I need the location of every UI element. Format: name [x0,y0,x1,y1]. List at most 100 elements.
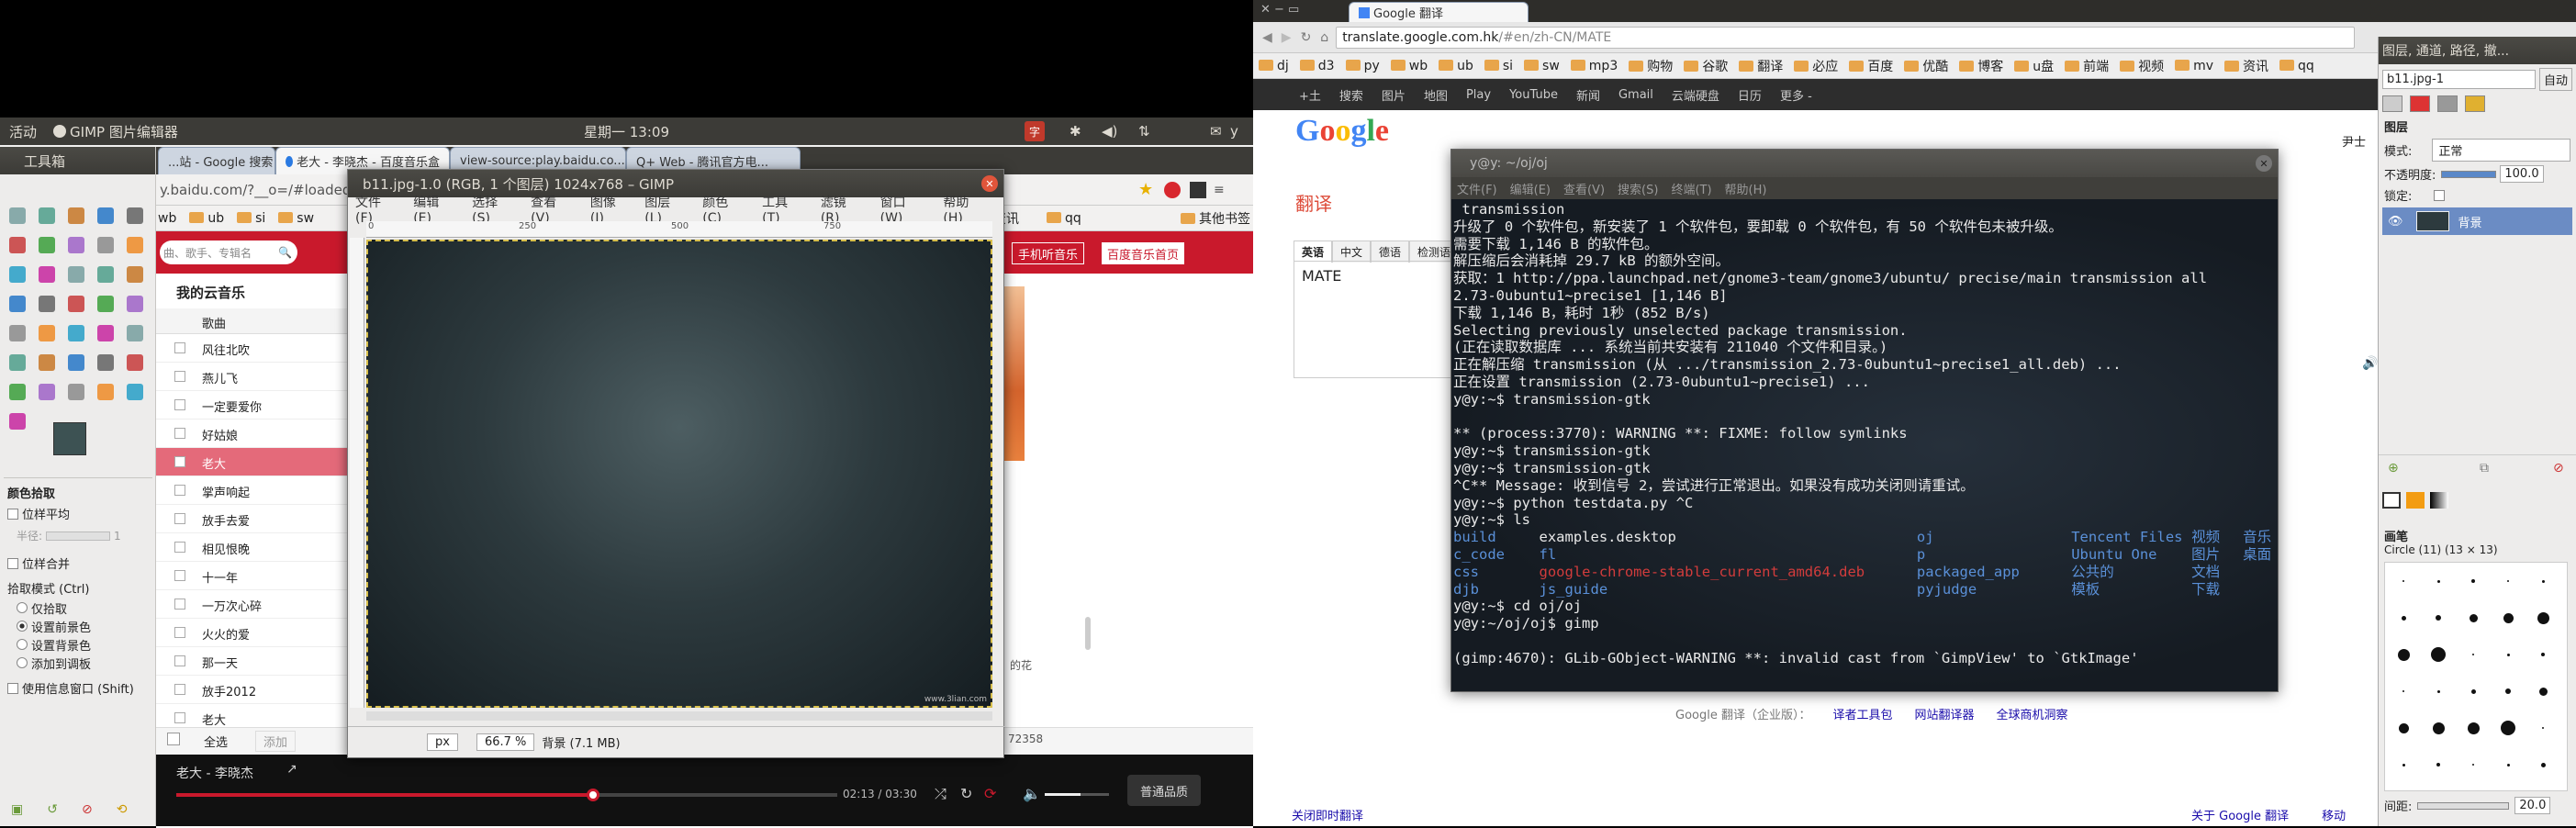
bookmark-star-icon[interactable]: ★ [1138,180,1153,199]
tool-icon[interactable] [4,231,31,259]
brush-preview[interactable] [2472,654,2474,655]
tool-icon[interactable] [4,202,31,229]
brush-preview[interactable] [2469,613,2478,622]
tool-icon[interactable] [92,319,119,347]
brush-preview[interactable] [2431,647,2446,662]
bookmark-item[interactable]: mp3 [1570,59,1618,73]
bookmark-item[interactable]: 购物 [1629,57,1673,75]
tool-icon[interactable] [4,408,31,435]
brush-preview[interactable] [2402,690,2404,692]
clock[interactable]: 星期一 13:09 [584,122,669,141]
quality-button[interactable]: 普通品质 [1127,775,1202,806]
terminal-menu-item[interactable]: 搜索(S) [1618,180,1658,197]
gbar-link[interactable]: Gmail [1618,88,1653,102]
tool-icon[interactable] [33,231,61,259]
undo-tab-icon[interactable] [2465,95,2485,112]
brush-preview[interactable] [2472,764,2474,766]
restore-icon[interactable]: ↺ [47,802,58,817]
tool-icon[interactable] [62,261,90,288]
bookmark-ub[interactable]: ub [189,211,224,226]
bookmark-item[interactable]: qq [2279,59,2314,73]
progress-track[interactable] [176,789,837,801]
song-checkbox[interactable] [174,371,185,382]
tool-icon[interactable] [92,349,119,376]
song-checkbox[interactable] [174,684,185,695]
reload-icon[interactable]: ↻ [1301,30,1312,45]
terminal-menu-item[interactable]: 文件(F) [1457,180,1497,197]
select-all-checkbox[interactable] [167,733,180,745]
song-checkbox[interactable] [174,712,185,723]
bookmark-item[interactable]: sw [1524,59,1560,73]
save-options-icon[interactable]: ▣ [11,802,23,817]
zoom-select[interactable]: 66.7 % [476,733,535,751]
terminal-output[interactable]: transmission 升级了 0 个软件包，新安装了 1 个软件包，要卸载 0… [1451,199,2278,691]
song-checkbox[interactable] [174,428,185,439]
menu-icon[interactable]: ≡ [1214,183,1225,197]
volume-icon[interactable]: 🔈 [1023,785,1041,802]
tool-icon[interactable] [121,261,149,288]
bookmark-item[interactable]: py [1345,59,1380,73]
tool-icon[interactable] [62,290,90,318]
tool-icon[interactable] [4,378,31,406]
brush-preview[interactable] [2542,727,2544,729]
repeat-icon[interactable]: ↻ [960,785,972,802]
brush-preview[interactable] [2401,615,2406,621]
tool-icon[interactable] [33,290,61,318]
tool-icon[interactable] [4,319,31,347]
layer-mode-select[interactable]: 正常 [2432,139,2570,162]
bookmark-item[interactable]: dj [1259,59,1289,73]
brushes-tab-icon[interactable] [2382,492,2401,509]
tool-icon[interactable] [121,349,149,376]
user-menu[interactable]: y [1230,123,1238,140]
foreground-color[interactable] [53,422,86,455]
brush-preview[interactable] [2537,611,2549,624]
network-icon[interactable]: ⇅ [1138,123,1150,140]
bookmark-item[interactable]: si [1484,59,1513,73]
bookmark-item[interactable]: wb [1390,59,1428,73]
use-info-checkbox[interactable] [7,682,18,694]
radius-slider[interactable] [46,531,111,541]
bookmark-item[interactable]: 百度 [1849,57,1893,75]
tool-icon[interactable] [121,231,149,259]
tool-icon[interactable] [121,202,149,229]
footer-link[interactable]: Google 翻译（企业版）： [1675,705,1810,722]
tray-app-icon[interactable]: 字 [1025,121,1045,141]
tool-icon[interactable] [62,349,90,376]
extension-icon[interactable] [1164,181,1181,198]
loop-icon[interactable]: ⟳ [984,785,996,802]
volume-slider[interactable] [1045,793,1109,796]
bookmark-item[interactable]: 翻译 [1739,57,1783,75]
horizontal-scrollbar[interactable] [366,711,992,721]
close-icon[interactable]: ✕ [981,175,998,192]
music-home-button[interactable]: 百度音乐首页 [1102,242,1185,264]
song-checkbox[interactable] [174,485,185,496]
progress-handle[interactable] [586,789,599,801]
tool-icon[interactable] [4,261,31,288]
brush-preview[interactable] [2398,722,2409,733]
song-checkbox[interactable] [174,570,185,581]
tab-google-translate[interactable]: Google 翻译 [1349,2,1529,22]
brush-preview[interactable] [2432,722,2445,734]
song-checkbox[interactable] [174,513,185,524]
brush-preview[interactable] [2506,763,2510,766]
other-bookmarks[interactable]: 其他书签 [1181,209,1250,228]
tool-icon[interactable] [33,261,61,288]
bookmark-item[interactable]: 必应 [1794,57,1838,75]
brush-preview[interactable] [2541,579,2545,583]
back-icon[interactable]: ◀ [1262,30,1272,45]
bookmark-si[interactable]: si [237,211,265,226]
tool-icon[interactable] [33,378,61,406]
spacing-slider[interactable] [2417,801,2510,810]
reset-icon[interactable]: ⟲ [117,802,128,817]
brush-preview[interactable] [2402,763,2405,766]
footer-link[interactable]: 全球商机洞察 [1997,705,2068,722]
delete-icon[interactable]: ⊘ [82,802,93,817]
footer-link[interactable]: 网站翻译器 [1915,705,1975,722]
terminal-menu-item[interactable]: 编辑(E) [1510,180,1551,197]
bookmark-item[interactable]: 前端 [2065,57,2109,75]
tool-icon[interactable] [92,231,119,259]
tool-icon[interactable] [33,349,61,376]
paths-tab-icon[interactable] [2437,95,2458,112]
brush-preview[interactable] [2503,612,2514,623]
window-close-icon[interactable]: ✕ − ▭ [1260,3,1299,17]
